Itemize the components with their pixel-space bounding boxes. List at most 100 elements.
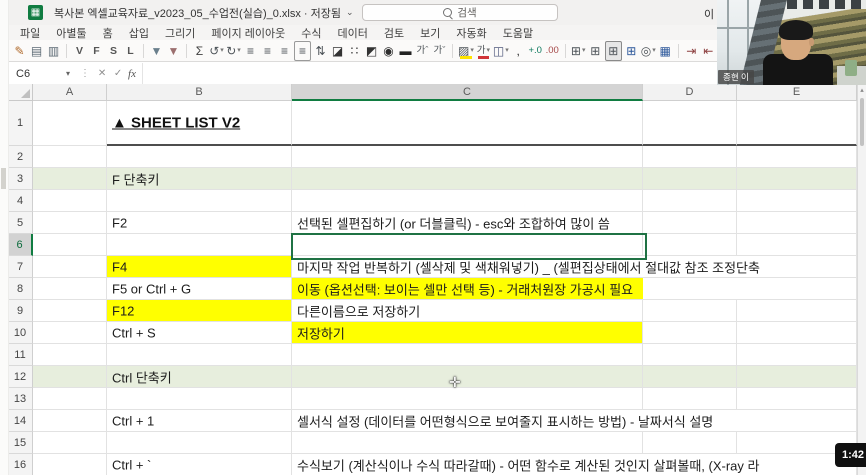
cell-E8[interactable] bbox=[737, 278, 857, 300]
cell-E9[interactable] bbox=[737, 300, 857, 322]
cell-B4[interactable] bbox=[107, 190, 292, 212]
redo-icon[interactable]: ↻▾ bbox=[226, 42, 241, 60]
increase-indent-icon[interactable]: ⇥ bbox=[684, 42, 699, 60]
select-all-corner[interactable] bbox=[8, 84, 33, 101]
cell-D10[interactable] bbox=[643, 322, 737, 344]
macro-f-button[interactable]: F bbox=[89, 42, 104, 60]
menu-tab-자동화[interactable]: 자동화 bbox=[448, 25, 494, 41]
column-header-D[interactable]: D bbox=[643, 84, 737, 101]
align-left-icon[interactable]: ≡ bbox=[243, 42, 258, 60]
name-box[interactable]: C6 bbox=[8, 68, 66, 80]
align-center-icon[interactable]: ≡ bbox=[260, 42, 275, 60]
menu-tab-삽입[interactable]: 삽입 bbox=[121, 25, 157, 41]
cell-C12[interactable] bbox=[292, 366, 643, 388]
cell-A2[interactable] bbox=[33, 146, 107, 168]
view-gridlines-icon[interactable]: ⊞ bbox=[605, 41, 622, 61]
cell-C9[interactable]: 다른이름으로 저장하기 bbox=[292, 300, 643, 322]
cell-A15[interactable] bbox=[33, 432, 107, 454]
row-header-13[interactable]: 13 bbox=[8, 388, 33, 410]
active-cell-C6[interactable] bbox=[291, 233, 647, 260]
cancel-icon[interactable]: ✕ bbox=[94, 68, 110, 79]
cell-B15[interactable] bbox=[107, 432, 292, 454]
cell-B2[interactable] bbox=[107, 146, 292, 168]
paste-special-icon[interactable]: ▤ bbox=[29, 42, 44, 60]
menu-tab-홈[interactable]: 홈 bbox=[95, 25, 121, 41]
table-style-icon[interactable]: ▦ bbox=[658, 42, 673, 60]
cell-A6[interactable] bbox=[33, 234, 107, 256]
cell-C5[interactable]: 선택된 셀편집하기 (or 더블클릭) - esc와 조합하여 많이 씀 bbox=[292, 212, 643, 234]
row-header-8[interactable]: 8 bbox=[8, 278, 33, 300]
paste-values-icon[interactable]: ▥ bbox=[46, 42, 61, 60]
column-header-B[interactable]: B bbox=[107, 84, 292, 101]
row-header-12[interactable]: 12 bbox=[8, 366, 33, 388]
cell-B11[interactable] bbox=[107, 344, 292, 366]
cell-D6[interactable] bbox=[643, 234, 737, 256]
menu-tab-검토[interactable]: 검토 bbox=[376, 25, 412, 41]
menu-tab-페이지 레이아웃[interactable]: 페이지 레이아웃 bbox=[203, 25, 293, 41]
cell-B5[interactable]: F2 bbox=[107, 212, 292, 234]
cell-E4[interactable] bbox=[737, 190, 857, 212]
black-bar-icon[interactable]: ▬ bbox=[398, 42, 413, 60]
cell-B9[interactable]: F12 bbox=[107, 300, 292, 322]
column-header-E[interactable]: E bbox=[737, 84, 857, 101]
cell-B14[interactable]: Ctrl + 1 bbox=[107, 410, 292, 432]
cell-C14[interactable]: 셀서식 설정 (데이터를 어떤형식으로 보여줄지 표시하는 방법) - 날짜서식… bbox=[292, 410, 643, 432]
cell-B12[interactable]: Ctrl 단축키 bbox=[107, 366, 292, 388]
row-header-5[interactable]: 5 bbox=[8, 212, 33, 234]
cell-C3[interactable] bbox=[292, 168, 643, 190]
cell-E13[interactable] bbox=[737, 388, 857, 410]
align-right-icon[interactable]: ≡ bbox=[277, 42, 292, 60]
cell-D13[interactable] bbox=[643, 388, 737, 410]
row-header-1[interactable]: 1 bbox=[8, 101, 33, 146]
cell-B8[interactable]: F5 or Ctrl + G bbox=[107, 278, 292, 300]
menu-tab-데이터[interactable]: 데이터 bbox=[330, 25, 376, 41]
row-header-9[interactable]: 9 bbox=[8, 300, 33, 322]
enter-icon[interactable]: ✓ bbox=[110, 68, 126, 79]
switch-rows-columns-icon[interactable]: ⇅ bbox=[313, 42, 328, 60]
merge-cells-icon[interactable]: ≡ bbox=[294, 41, 311, 61]
row-header-16[interactable]: 16 bbox=[8, 454, 33, 475]
decrease-indent-icon[interactable]: ⇤ bbox=[701, 42, 716, 60]
cell-D15[interactable] bbox=[643, 432, 737, 454]
cell-C13[interactable] bbox=[292, 388, 643, 410]
cell-D11[interactable] bbox=[643, 344, 737, 366]
cell-C10[interactable]: 저장하기 bbox=[292, 322, 643, 344]
cell-A4[interactable] bbox=[33, 190, 107, 212]
cell-A14[interactable] bbox=[33, 410, 107, 432]
decrease-decimal-icon[interactable]: .00 bbox=[545, 42, 560, 60]
conditional-formatting-icon[interactable]: ◫▾ bbox=[493, 42, 509, 60]
search-input[interactable]: 검색 bbox=[362, 4, 558, 21]
cell-C8[interactable]: 이동 (옵션선택: 보이는 셀만 선택 등) - 거래처원장 가공시 필요 bbox=[292, 278, 643, 300]
cell-D8[interactable] bbox=[643, 278, 737, 300]
undo-icon[interactable]: ↺▾ bbox=[209, 42, 224, 60]
menu-tab-그리기[interactable]: 그리기 bbox=[157, 25, 203, 41]
chevron-down-icon[interactable]: ⌄ bbox=[346, 7, 354, 18]
increase-decimal-icon[interactable]: +.0 bbox=[528, 42, 543, 60]
cell-E10[interactable] bbox=[737, 322, 857, 344]
cell-A16[interactable] bbox=[33, 454, 107, 475]
cell-A10[interactable] bbox=[33, 322, 107, 344]
vertical-scrollbar[interactable]: ▴ bbox=[857, 84, 866, 475]
menu-tab-아별툴[interactable]: 아별툴 bbox=[48, 25, 94, 41]
cell-D12[interactable] bbox=[643, 366, 737, 388]
cell-A9[interactable] bbox=[33, 300, 107, 322]
filter-icon[interactable]: ▼ bbox=[149, 42, 164, 60]
insert-function-icon[interactable]: fx bbox=[128, 68, 136, 80]
font-color-icon[interactable]: 가▾ bbox=[476, 42, 491, 60]
name-box-chevron-icon[interactable]: ▾ bbox=[66, 69, 70, 78]
font-size-decrease-icon[interactable]: 가ˇ bbox=[432, 42, 447, 60]
row-header-14[interactable]: 14 bbox=[8, 410, 33, 432]
scrollbar-thumb[interactable] bbox=[860, 98, 864, 146]
cell-E6[interactable] bbox=[737, 234, 857, 256]
macro-v-button[interactable]: V bbox=[72, 42, 87, 60]
format-painter-icon[interactable]: ✎ bbox=[12, 42, 27, 60]
cell-A8[interactable] bbox=[33, 278, 107, 300]
cell-E11[interactable] bbox=[737, 344, 857, 366]
cell-A11[interactable] bbox=[33, 344, 107, 366]
cell-A3[interactable] bbox=[33, 168, 107, 190]
clear-filter-icon[interactable]: ▼ bbox=[166, 42, 181, 60]
cell-A7[interactable] bbox=[33, 256, 107, 278]
cell-E1[interactable] bbox=[737, 101, 857, 146]
font-size-increase-icon[interactable]: 가ˆ bbox=[415, 42, 430, 60]
row-header-15[interactable]: 15 bbox=[8, 432, 33, 454]
